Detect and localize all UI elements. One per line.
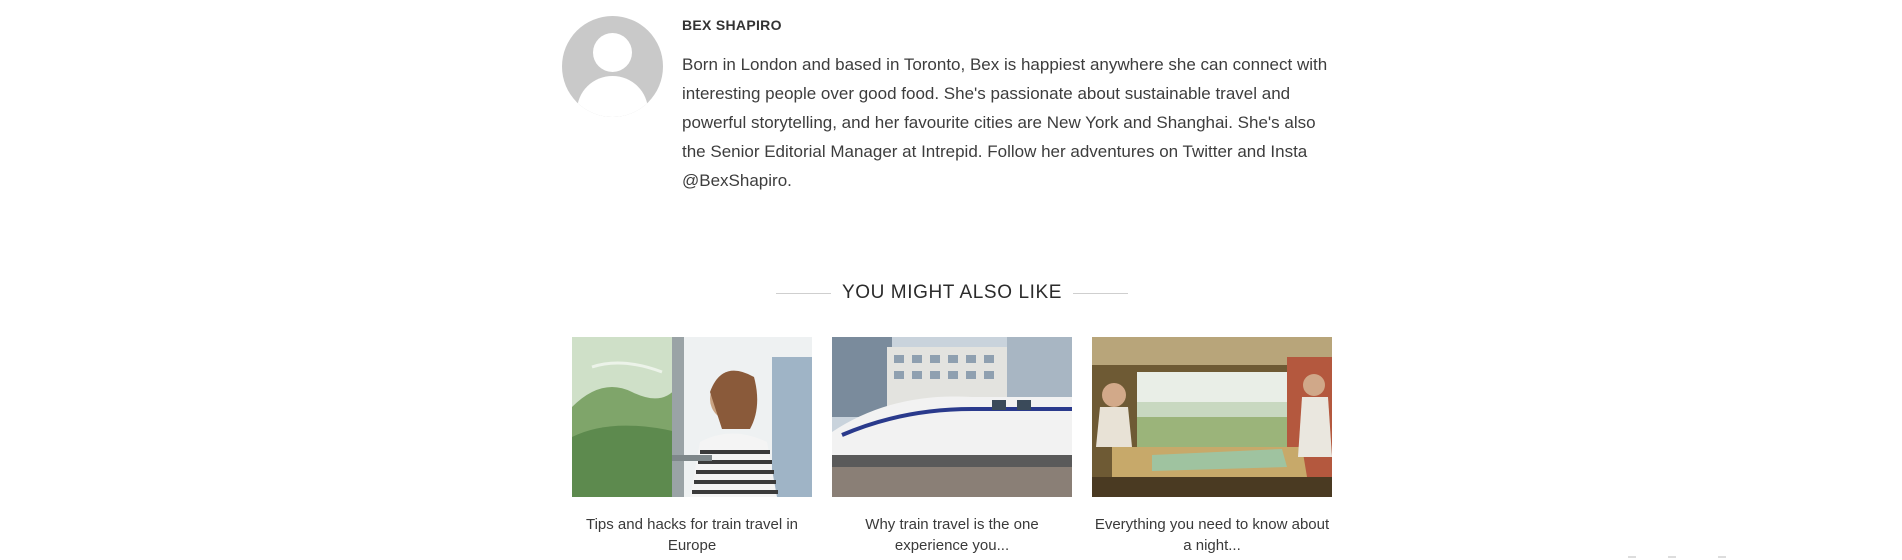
avatar-body-shape [577, 76, 648, 117]
heading-left-rule [776, 292, 831, 294]
related-card-1-caption[interactable]: Tips and hacks for train travel in Europ… [572, 514, 812, 556]
cropped-decoration [1628, 556, 1726, 558]
related-heading-title: YOU MIGHT ALSO LIKE [841, 282, 1063, 303]
heading-right-rule [1073, 292, 1128, 294]
related-heading: YOU MIGHT ALSO LIKE [776, 282, 1128, 304]
author-avatar-icon [562, 16, 663, 117]
related-card-3-caption[interactable]: Everything you need to know about a nigh… [1092, 514, 1332, 556]
bullet-train-image[interactable] [832, 337, 1072, 497]
author-and-related-page: BEX SHAPIRO Born in London and based in … [0, 0, 1902, 560]
woman-train-window-image[interactable] [572, 337, 812, 497]
related-card-1[interactable]: Tips and hacks for train travel in Europ… [572, 337, 812, 556]
sleeper-train-cabin-image[interactable] [1092, 337, 1332, 497]
avatar-head-shape [593, 33, 632, 72]
related-card-3[interactable]: Everything you need to know about a nigh… [1092, 337, 1332, 556]
related-card-2-caption[interactable]: Why train travel is the one experience y… [832, 514, 1072, 556]
related-card-2[interactable]: Why train travel is the one experience y… [832, 337, 1072, 556]
author-name: BEX SHAPIRO [682, 17, 782, 33]
author-bio: Born in London and based in Toronto, Bex… [682, 55, 1328, 190]
